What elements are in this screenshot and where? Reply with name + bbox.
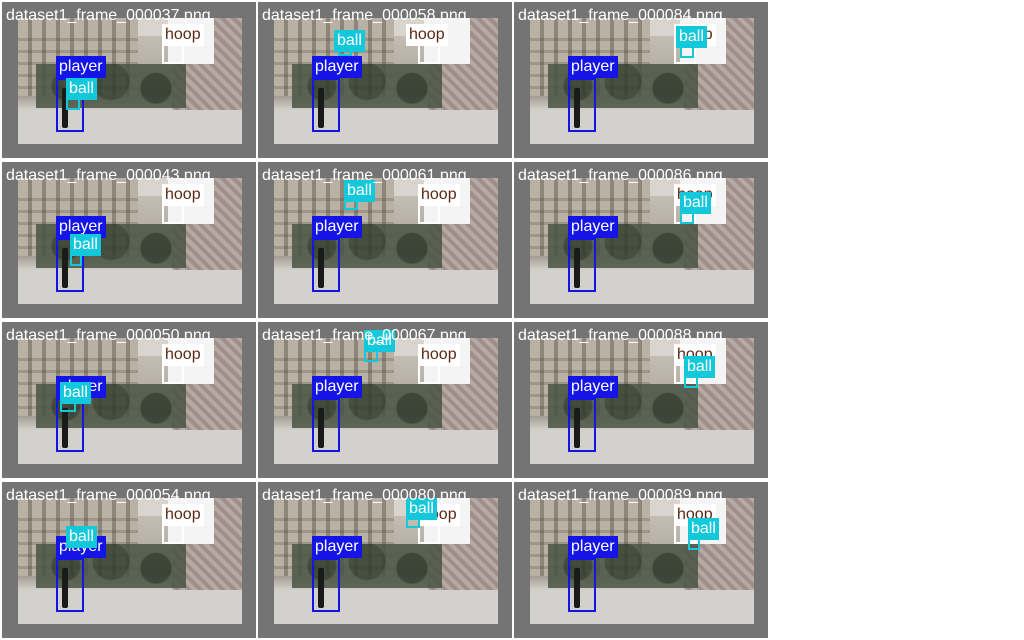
player-label: player xyxy=(568,56,618,78)
frame-tile[interactable]: hoopplayerballdataset1_frame_000086.png xyxy=(514,162,768,318)
frame-tile[interactable]: hoop player ball dataset1_frame_000088.png xyxy=(514,322,768,478)
ball-label: ball xyxy=(680,192,711,214)
player-label: player xyxy=(56,56,106,78)
frame-tile[interactable]: hoop player ball dataset1_frame_000089.png xyxy=(514,482,768,638)
player-bbox xyxy=(568,78,596,132)
frame-filename: dataset1_frame_000089.png xyxy=(518,487,723,504)
scene-ground xyxy=(18,590,242,624)
hoop-bbox xyxy=(418,364,440,384)
frame-filename: dataset1_frame_000061.png xyxy=(262,167,467,184)
scene-ground xyxy=(530,590,754,624)
frame-filename: dataset1_frame_000088.png xyxy=(518,327,723,344)
ball-label: ball xyxy=(66,526,97,548)
frame-filename: dataset1_frame_000050.png xyxy=(6,327,211,344)
hoop-label: hoop xyxy=(418,344,460,366)
frame-filename: dataset1_frame_000067.png xyxy=(262,327,467,344)
player-bbox xyxy=(56,558,84,612)
ball-label: ball xyxy=(334,30,365,52)
frame-image xyxy=(274,178,498,304)
scene-ground xyxy=(274,430,498,464)
hoop-bbox xyxy=(418,204,440,224)
scene-ground xyxy=(530,270,754,304)
scene-ground xyxy=(18,430,242,464)
scene-ground xyxy=(274,270,498,304)
scene-ground xyxy=(274,590,498,624)
hoop-bbox xyxy=(162,524,184,544)
frame-image xyxy=(18,338,242,464)
frame-filename: dataset1_frame_000086.png xyxy=(518,167,723,184)
hoop-label: hoop xyxy=(162,344,204,366)
player-label: player xyxy=(568,376,618,398)
frame-tile[interactable]: hoop player ball dataset1_frame_000061.png xyxy=(258,162,512,318)
player-bbox xyxy=(312,78,340,132)
frame-filename: dataset1_frame_000037.png xyxy=(6,7,211,24)
ball-label: ball xyxy=(70,234,101,256)
detection-results-grid: hoop player ball dataset1_frame_000037.png h… xyxy=(0,0,768,640)
player-bbox xyxy=(312,238,340,292)
player-bbox xyxy=(568,398,596,452)
player-label: player xyxy=(312,376,362,398)
ball-label: ball xyxy=(688,518,719,540)
scene-ground xyxy=(530,430,754,464)
hoop-bbox xyxy=(418,44,440,64)
frame-filename: dataset1_frame_000058.png xyxy=(262,7,467,24)
frame-image xyxy=(274,498,498,624)
player-label: player xyxy=(312,56,362,78)
player-bbox xyxy=(568,558,596,612)
player-bbox xyxy=(568,238,596,292)
frame-tile[interactable]: hoop player ball dataset1_frame_000067.png xyxy=(258,322,512,478)
frame-image xyxy=(18,498,242,624)
frame-tile[interactable]: hoopplayerballdataset1_frame_000050.png xyxy=(2,322,256,478)
frame-tile[interactable]: hoopplayerballdataset1_frame_000084.png xyxy=(514,2,768,158)
hoop-label: hoop xyxy=(162,504,204,526)
ball-label: ball xyxy=(676,26,707,48)
frame-filename: dataset1_frame_000043.png xyxy=(6,167,211,184)
frame-image xyxy=(530,338,754,464)
frame-image xyxy=(530,178,754,304)
scene-ground xyxy=(18,110,242,144)
hoop-label: hoop xyxy=(418,184,460,206)
frame-image xyxy=(274,338,498,464)
player-label: player xyxy=(312,536,362,558)
frame-filename: dataset1_frame_000054.png xyxy=(6,487,211,504)
hoop-bbox xyxy=(162,364,184,384)
scene-ground xyxy=(530,110,754,144)
frame-tile[interactable]: hoop player ball dataset1_frame_000037.png xyxy=(2,2,256,158)
player-label: player xyxy=(568,536,618,558)
frame-filename: dataset1_frame_000080.png xyxy=(262,487,467,504)
player-label: player xyxy=(312,216,362,238)
player-label: player xyxy=(568,216,618,238)
frame-tile[interactable]: hoopplayerballdataset1_frame_000054.png xyxy=(2,482,256,638)
player-bbox xyxy=(312,558,340,612)
frame-image xyxy=(274,18,498,144)
hoop-label: hoop xyxy=(406,24,448,46)
hoop-label: hoop xyxy=(162,184,204,206)
frame-tile[interactable]: hoop player ball dataset1_frame_000058.png xyxy=(258,2,512,158)
scene-ground xyxy=(274,110,498,144)
frame-image xyxy=(18,178,242,304)
frame-filename: dataset1_frame_000084.png xyxy=(518,7,723,24)
ball-label: ball xyxy=(60,382,91,404)
frame-image xyxy=(530,498,754,624)
frame-image xyxy=(530,18,754,144)
frame-tile[interactable]: hoop player ball dataset1_frame_000080.png xyxy=(258,482,512,638)
player-bbox xyxy=(312,398,340,452)
ball-label: ball xyxy=(684,356,715,378)
hoop-bbox xyxy=(162,44,184,64)
hoop-bbox xyxy=(418,524,440,544)
hoop-label: hoop xyxy=(162,24,204,46)
frame-tile[interactable]: hoop player ball dataset1_frame_000043.png xyxy=(2,162,256,318)
hoop-bbox xyxy=(162,204,184,224)
scene-ground xyxy=(18,270,242,304)
ball-label: ball xyxy=(66,78,97,100)
frame-image xyxy=(18,18,242,144)
